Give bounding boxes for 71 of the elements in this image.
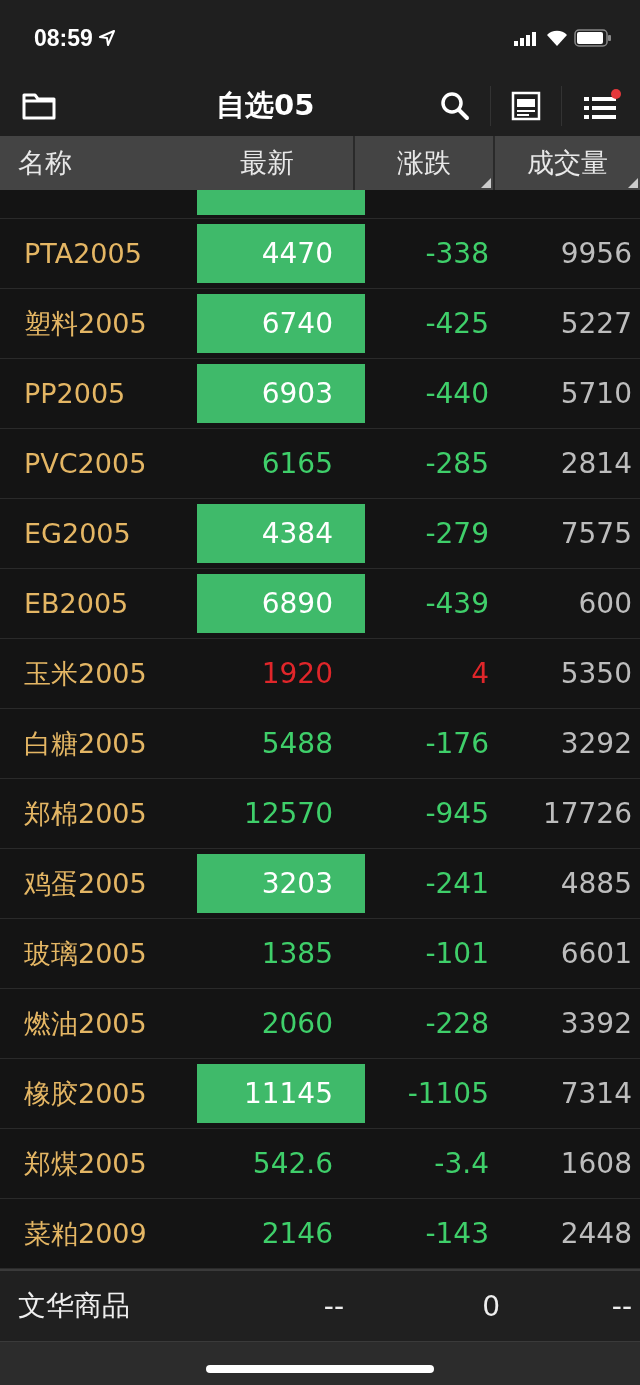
latest-price: 2060 <box>260 1006 334 1042</box>
volume: 9956 <box>559 237 632 270</box>
latest-price: 3203 <box>197 854 365 913</box>
contract-name: 塑料2005 <box>23 306 148 341</box>
price-change: -279 <box>424 517 489 550</box>
price-change: -338 <box>424 237 489 270</box>
latest-price: 6903 <box>197 364 365 423</box>
latest-price: 11145 <box>197 1064 365 1123</box>
column-header[interactable]: 名称 <box>0 136 180 190</box>
price-change: -425 <box>424 307 489 340</box>
contract-name: 菜粕2009 <box>23 1216 148 1251</box>
volume: 4885 <box>559 867 632 900</box>
contract-name: PTA2005 <box>23 238 143 269</box>
location-arrow-icon <box>98 30 115 46</box>
contract-name: 玻璃2005 <box>23 936 148 971</box>
price-change: -228 <box>424 1007 489 1040</box>
contract-name: 玉米2005 <box>23 656 148 691</box>
contract-name: PVC2005 <box>23 448 148 479</box>
volume: 600 <box>577 587 632 620</box>
price-change: 0 <box>481 1289 500 1323</box>
price-change: -241 <box>424 867 489 900</box>
price-change: -439 <box>424 587 489 620</box>
volume: 5350 <box>559 657 632 690</box>
volume: 5710 <box>559 377 632 410</box>
latest-price: 6165 <box>260 446 334 482</box>
volume: 3392 <box>559 1007 632 1040</box>
volume: -- <box>610 1289 632 1323</box>
latest-price: 4470 <box>197 224 365 283</box>
volume: 2448 <box>559 1217 632 1250</box>
volume: 3292 <box>559 727 632 760</box>
volume: 5227 <box>559 307 632 340</box>
price-change: -3.4 <box>433 1147 489 1180</box>
latest-price: 6890 <box>197 574 365 633</box>
contract-name: 燃油2005 <box>23 1006 148 1041</box>
page-title: 自选05 <box>216 87 315 124</box>
contract-name: 白糖2005 <box>23 726 148 761</box>
price-change: -101 <box>424 937 489 970</box>
contract-name: EG2005 <box>23 518 132 549</box>
latest-price: 2146 <box>260 1216 334 1252</box>
volume: 7575 <box>559 517 632 550</box>
contract-name: 郑棉2005 <box>23 796 148 831</box>
contract-name: 橡胶2005 <box>23 1076 148 1111</box>
volume: 1608 <box>559 1147 632 1180</box>
contract-name: 鸡蛋2005 <box>23 866 148 901</box>
latest-price: 542.6 <box>251 1146 334 1182</box>
price-change: -285 <box>424 447 489 480</box>
contract-name: 郑煤2005 <box>23 1146 148 1181</box>
latest-price: 6740 <box>197 294 365 353</box>
wifi-icon <box>546 30 568 46</box>
price-change: -176 <box>424 727 489 760</box>
price-change: 4 <box>470 657 489 690</box>
group-name: 文华商品 <box>17 1288 131 1324</box>
battery-icon <box>574 29 612 47</box>
latest-price: 1920 <box>260 656 334 692</box>
contract-name: EB2005 <box>23 588 130 619</box>
contract-name: PP2005 <box>23 378 127 409</box>
volume: 6601 <box>559 937 632 970</box>
latest-price: 4384 <box>197 504 365 563</box>
price-change: -440 <box>424 377 489 410</box>
latest-price: 1385 <box>260 936 334 972</box>
volume: 17726 <box>541 797 632 830</box>
volume: 2814 <box>559 447 632 480</box>
price-change: -143 <box>424 1217 489 1250</box>
latest-price: 12570 <box>242 796 334 832</box>
latest-price: -- <box>322 1289 344 1323</box>
volume: 7314 <box>559 1077 632 1110</box>
price-change: -1105 <box>406 1077 489 1110</box>
column-header[interactable]: 成交量 <box>495 136 640 190</box>
price-change: -945 <box>424 797 489 830</box>
latest-price: 5488 <box>260 726 334 762</box>
status-time: 08:59 <box>34 24 93 52</box>
